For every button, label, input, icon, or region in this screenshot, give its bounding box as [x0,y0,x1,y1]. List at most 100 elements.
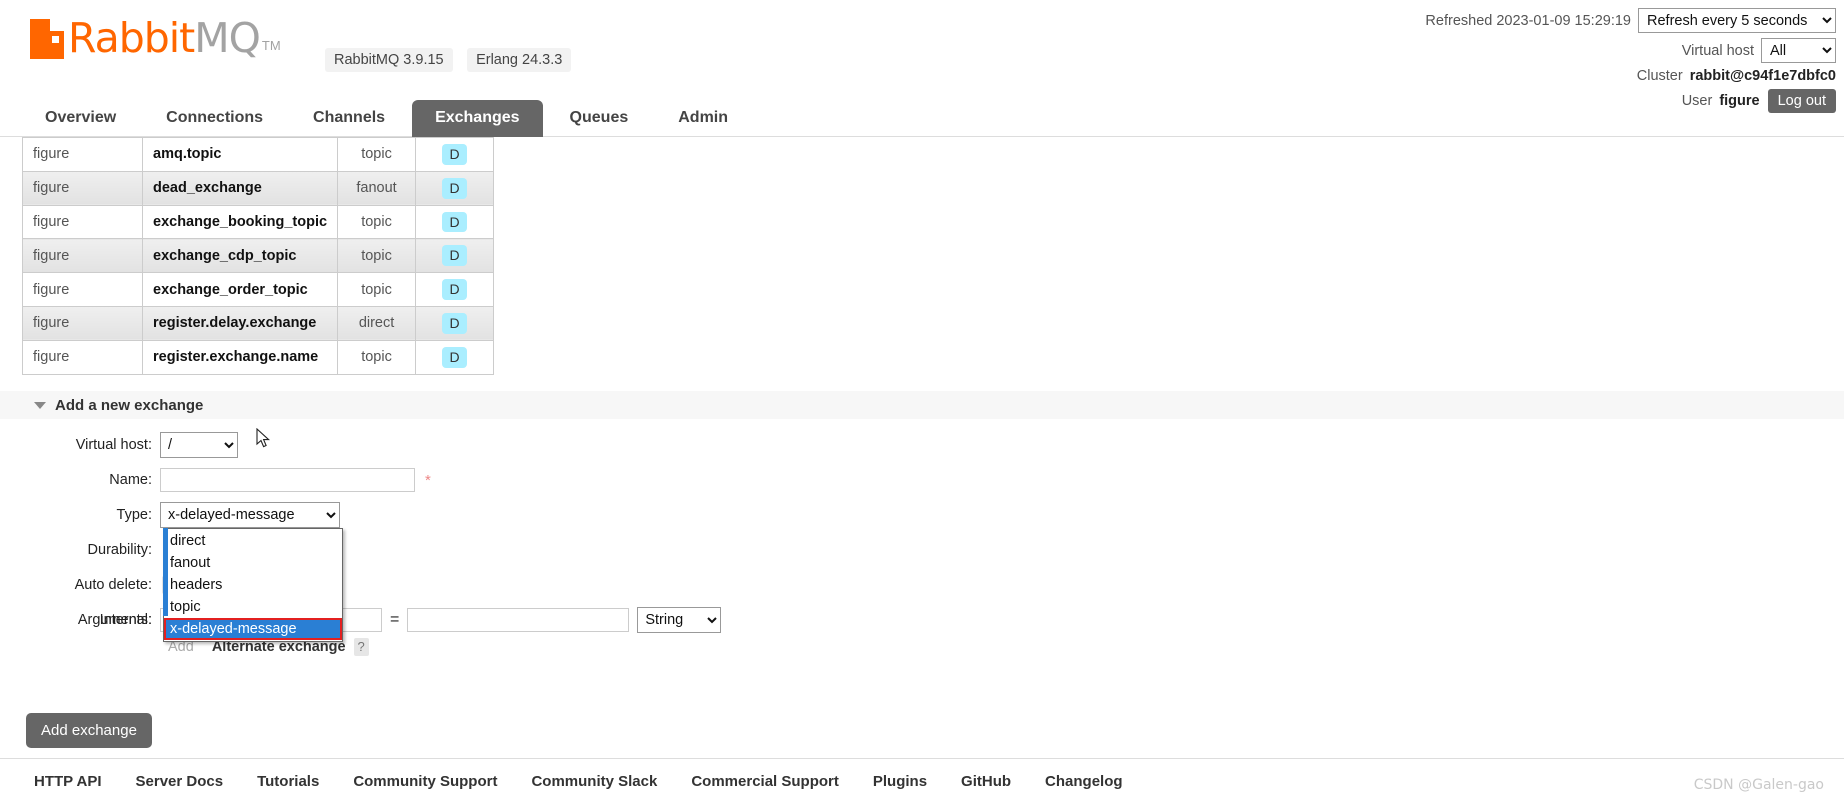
table-row[interactable]: figure amq.topic topic D [22,137,495,172]
vhost-filter-label: Virtual host [1681,42,1754,59]
add-exchange-section-header[interactable]: Add a new exchange [0,390,1844,419]
table-row[interactable]: figure exchange_order_topic topic D [22,272,495,307]
exchange-type-select[interactable]: directfanoutheaderstopicx-delayed-messag… [160,502,340,528]
durable-badge: D [442,245,467,267]
cell-exchange-name[interactable]: exchange_order_topic [141,272,339,307]
watermark-text: CSDN @Galen-gao [1693,777,1824,793]
cell-features: D [415,339,495,375]
dropdown-option-fanout[interactable]: fanout [164,552,342,574]
dropdown-scroll-indicator[interactable] [163,528,168,616]
footer-link-http-api[interactable]: HTTP API [34,773,102,790]
vhost-filter-select[interactable]: All/ [1761,38,1836,63]
exchanges-table: figure amq.topic topic Dfigure dead_exchange… [22,137,495,375]
cell-virtual-host: figure [22,137,143,172]
refresh-row: Refreshed 2023-01-09 15:29:19 Refresh ev… [1425,8,1836,33]
page-footer: HTTP API Server Docs Tutorials Community Su… [0,758,1844,803]
cell-virtual-host: figure [22,305,143,341]
virtual-host-select[interactable]: / [160,432,238,458]
cell-features: D [415,137,495,172]
argument-type-select[interactable]: StringNumberBooleanList [637,607,722,633]
required-asterisk: * [425,471,431,489]
footer-link-community-slack[interactable]: Community Slack [531,773,657,790]
nav-tab-channels[interactable]: Channels [290,100,408,137]
durable-badge: D [442,211,467,233]
nav-tab-overview[interactable]: Overview [22,100,139,137]
cell-virtual-host: figure [22,170,143,206]
footer-link-list: HTTP API Server Docs Tutorials Community Su… [0,773,1844,790]
rabbit-logo-icon [30,18,64,59]
nav-tab-exchanges[interactable]: Exchanges [412,100,543,137]
cell-exchange-name[interactable]: exchange_booking_topic [141,204,339,240]
durable-badge: D [442,177,467,199]
cell-exchange-type: topic [337,204,417,240]
argument-value-input[interactable] [407,608,630,632]
cell-exchange-name[interactable]: register.exchange.name [141,339,339,375]
cell-features: D [415,204,495,240]
cell-exchange-name[interactable]: dead_exchange [141,170,339,206]
durable-badge: D [442,279,467,300]
durable-badge: D [442,144,467,165]
cell-exchange-type: fanout [337,170,417,206]
form-row-name: Name: * [0,465,1844,495]
nav-tab-connections[interactable]: Connections [143,100,286,137]
cell-virtual-host: figure [22,238,143,274]
add-exchange-submit-button[interactable]: Add exchange [26,713,152,748]
add-exchange-section-title: Add a new exchange [55,396,204,414]
form-row-virtual-host: Virtual host: / [0,430,1844,460]
refresh-interval-select[interactable]: Refresh every 5 secondsRefresh every 10 … [1638,8,1836,33]
main-navigation: Overview Connections Channels Exchanges Queu… [0,100,1844,137]
name-label: Name: [109,472,152,488]
exchange-type-dropdown-list[interactable]: direct fanout headers topic x-delayed-messag… [163,528,343,642]
cell-exchange-type: topic [337,339,417,375]
nav-tab-admin[interactable]: Admin [655,100,751,137]
footer-link-community-support[interactable]: Community Support [353,773,497,790]
table-row[interactable]: figure register.exchange.name topic D [22,339,495,375]
alternate-exchange-help-icon[interactable]: ? [353,638,369,656]
footer-link-plugins[interactable]: Plugins [873,773,927,790]
cell-exchange-name[interactable]: amq.topic [141,137,339,172]
dropdown-option-direct[interactable]: direct [164,530,342,552]
rabbitmq-logo[interactable]: RabbitMQ TM [30,18,281,59]
cell-exchange-name[interactable]: exchange_cdp_topic [141,238,339,274]
rabbitmq-version-badge: RabbitMQ 3.9.15 [325,48,453,72]
logo-wordmark: RabbitMQ [68,18,261,59]
table-row[interactable]: figure register.delay.exchange direct D [22,305,495,341]
form-row-type: Type: directfanoutheaderstopicx-delayed-… [0,500,1844,530]
cluster-row: Cluster rabbit@c94f1e7dbfc0 [1425,68,1836,84]
footer-link-tutorials[interactable]: Tutorials [257,773,319,790]
collapse-triangle-icon[interactable] [34,401,46,409]
cell-virtual-host: figure [22,204,143,240]
cell-exchange-type: topic [337,272,417,307]
table-row[interactable]: figure exchange_cdp_topic topic D [22,238,495,274]
cell-exchange-type: topic [337,137,417,172]
dropdown-option-headers[interactable]: headers [164,574,342,596]
rabbitmq-management-page: RabbitMQ TM RabbitMQ 3.9.15 Erlang 24.3.… [0,0,1844,803]
table-row[interactable]: figure dead_exchange fanout D [22,170,495,206]
nav-tab-list: Overview Connections Channels Exchanges Queu… [0,100,1844,137]
dropdown-option-topic[interactable]: topic [164,596,342,618]
virtual-host-label: Virtual host: [75,437,152,453]
exchange-name-input[interactable] [160,468,415,492]
table-row[interactable]: figure exchange_booking_topic topic D [22,204,495,240]
cell-exchange-type: topic [337,238,417,274]
footer-link-changelog[interactable]: Changelog [1045,773,1123,790]
durable-badge: D [442,346,467,368]
nav-tab-queues[interactable]: Queues [547,100,652,137]
cluster-name: rabbit@c94f1e7dbfc0 [1689,68,1836,84]
dropdown-option-x-delayed-message[interactable]: x-delayed-message [164,618,342,640]
cell-virtual-host: figure [22,272,143,307]
footer-link-server-docs[interactable]: Server Docs [136,773,224,790]
cell-features: D [415,272,495,307]
cell-exchange-name[interactable]: register.delay.exchange [141,305,339,341]
cell-features: D [415,170,495,206]
footer-link-commercial-support[interactable]: Commercial Support [691,773,839,790]
version-badges: RabbitMQ 3.9.15 Erlang 24.3.3 [315,48,572,72]
auto-delete-label: Auto delete: [74,577,152,593]
durability-label: Durability: [87,542,152,558]
type-label: Type: [116,507,152,523]
footer-link-github[interactable]: GitHub [961,773,1011,790]
logo-text-mq: MQ [194,14,261,62]
cell-features: D [415,238,495,274]
logo-text-rabbit: Rabbit [68,14,195,62]
durable-badge: D [442,312,467,334]
